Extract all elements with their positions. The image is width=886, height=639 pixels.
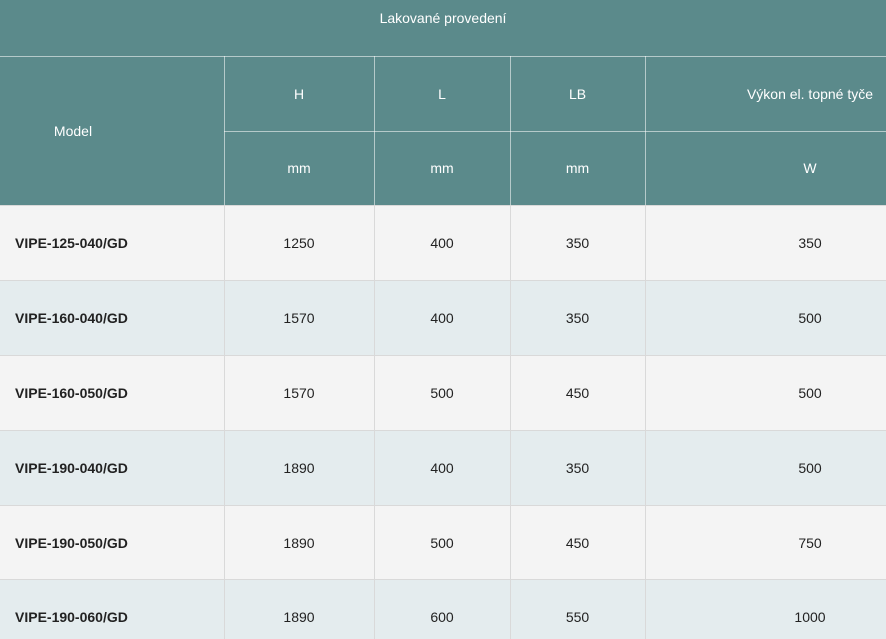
cell-power: 750 — [798, 535, 822, 551]
cell-h: 1890 — [283, 609, 315, 625]
cell-power: 500 — [798, 310, 822, 326]
cell-h: 1890 — [283, 460, 315, 476]
header-h: H — [293, 85, 305, 102]
group-header: Lakované provedení — [379, 10, 507, 26]
cell-h: 1570 — [283, 385, 315, 401]
cell-lb: 450 — [565, 385, 590, 401]
table-row: VIPE-190-040/GD 1890 400 350 500 — [0, 430, 886, 505]
unit-l: mm — [430, 160, 454, 176]
unit-h: mm — [287, 160, 311, 176]
cell-model: VIPE-190-050/GD — [15, 535, 128, 551]
cell-model: VIPE-160-040/GD — [15, 310, 128, 326]
cell-l: 500 — [430, 535, 454, 551]
table-row: VIPE-125-040/GD 1250 400 350 350 — [0, 205, 886, 280]
cell-lb: 350 — [565, 310, 590, 326]
cell-model: VIPE-125-040/GD — [15, 235, 128, 251]
cell-h: 1890 — [283, 535, 315, 551]
cell-model: VIPE-160-050/GD — [15, 385, 128, 401]
cell-model: VIPE-190-060/GD — [15, 609, 128, 625]
cell-l: 400 — [430, 460, 454, 476]
cell-h: 1570 — [283, 310, 315, 326]
cell-lb: 350 — [565, 235, 590, 251]
table-row: VIPE-160-040/GD 1570 400 350 500 — [0, 280, 886, 355]
unit-lb: mm — [565, 160, 590, 176]
cell-lb: 550 — [565, 609, 590, 625]
cell-power: 350 — [798, 235, 822, 251]
header-l: L — [438, 85, 446, 102]
cell-l: 500 — [430, 385, 454, 401]
cell-power: 1000 — [794, 609, 826, 625]
cell-lb: 350 — [565, 460, 590, 476]
table-row: VIPE-190-050/GD 1890 500 450 750 — [0, 505, 886, 580]
table-row: VIPE-160-050/GD 1570 500 450 500 — [0, 355, 886, 430]
cell-model: VIPE-190-040/GD — [15, 460, 128, 476]
header-model: Model — [53, 122, 93, 139]
cell-l: 400 — [430, 310, 454, 326]
table-row: VIPE-190-060/GD 1890 600 550 1000 — [0, 579, 886, 639]
cell-lb: 450 — [565, 535, 590, 551]
spec-table: Lakované provedení Model H L LB Výkon el… — [0, 0, 886, 639]
cell-h: 1250 — [283, 235, 315, 251]
header-power: Výkon el. topné tyče — [746, 85, 874, 102]
unit-power: W — [803, 160, 817, 176]
header-lb: LB — [568, 85, 587, 102]
cell-power: 500 — [798, 385, 822, 401]
cell-l: 400 — [430, 235, 454, 251]
cell-power: 500 — [798, 460, 822, 476]
cell-l: 600 — [430, 609, 454, 625]
